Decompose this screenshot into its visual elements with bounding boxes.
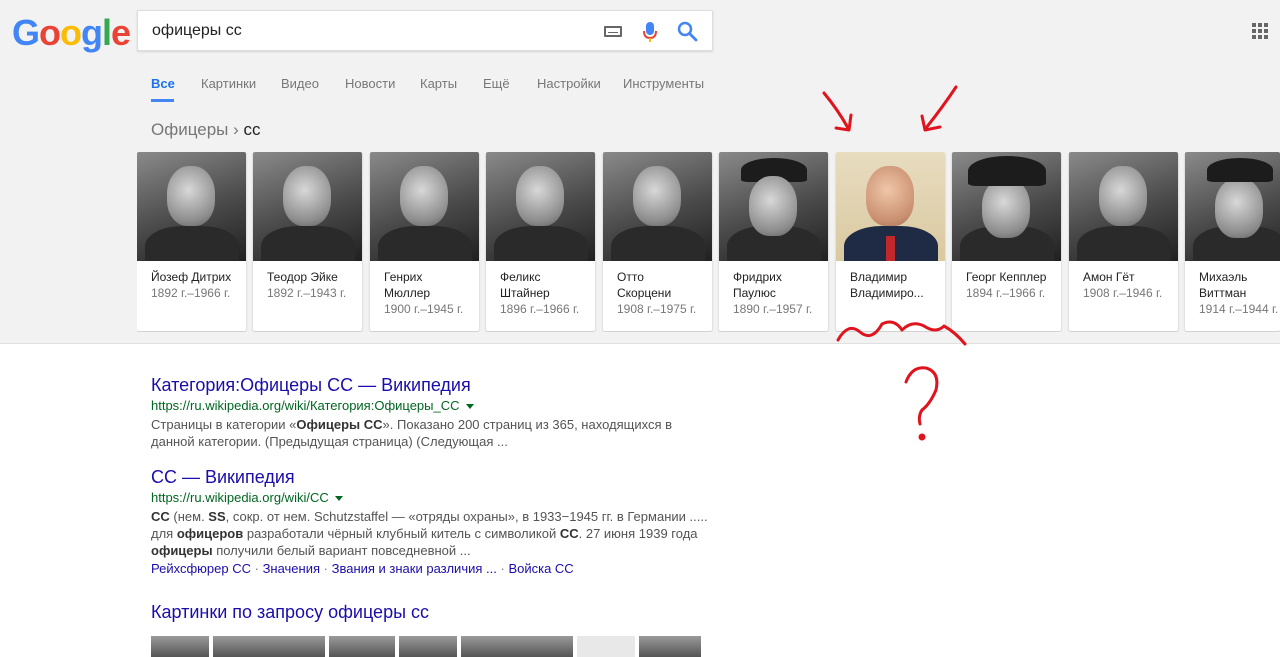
carousel-card[interactable]: Феликс Штайнер 1896 г.–1966 г.	[486, 152, 595, 331]
microphone-icon[interactable]	[642, 21, 658, 43]
card-dates: 1896 г.–1966 г.	[500, 302, 580, 316]
carousel-card[interactable]: Амон Гёт 1908 г.–1946 г.	[1069, 152, 1178, 331]
sublink[interactable]: Рейхсфюрер СС	[151, 561, 251, 576]
apps-grid-icon[interactable]	[1252, 23, 1268, 39]
result-url-text: https://ru.wikipedia.org/wiki/СС	[151, 490, 329, 505]
image-thumbnail[interactable]	[639, 636, 701, 657]
tab-video[interactable]: Видео	[281, 76, 319, 91]
result-sublinks: Рейхсфюрер СС · Значения · Звания и знак…	[151, 561, 574, 576]
card-name: Феликс Штайнер	[500, 270, 550, 300]
card-name: Георг Кепплер	[966, 270, 1047, 284]
breadcrumb-current: сс	[243, 120, 261, 139]
carousel-card[interactable]: Владимир Владимиро...	[836, 152, 945, 331]
dropdown-caret-icon[interactable]	[334, 496, 343, 502]
image-thumbnail[interactable]	[399, 636, 457, 657]
card-name: Отто Скорцени	[617, 270, 672, 300]
image-thumbnail[interactable]	[461, 636, 573, 657]
card-name: Амон Гёт	[1083, 270, 1135, 284]
result-snippet: Страницы в категории «Офицеры СС». Показ…	[151, 417, 673, 449]
keyboard-icon[interactable]	[604, 26, 622, 37]
image-thumbnail[interactable]	[329, 636, 395, 657]
card-dates: 1914 г.–1944 г.	[1199, 302, 1279, 316]
person-photo	[952, 152, 1061, 261]
search-input[interactable]: офицеры сс	[152, 22, 242, 40]
carousel-card[interactable]: Фридрих Паулюс 1890 г.–1957 г.	[719, 152, 828, 331]
image-thumbnail[interactable]	[213, 636, 325, 657]
search-box[interactable]: офицеры сс	[137, 10, 713, 51]
tab-maps[interactable]: Карты	[420, 76, 457, 91]
card-dates: 1890 г.–1957 г.	[733, 302, 813, 316]
card-dates: 1900 г.–1945 г.	[384, 302, 464, 316]
google-logo[interactable]: Google	[12, 12, 131, 54]
dropdown-caret-icon[interactable]	[465, 404, 474, 410]
card-dates: 1894 г.–1966 г.	[966, 286, 1046, 300]
images-section-heading[interactable]: Картинки по запросу офицеры сс	[151, 602, 429, 623]
person-photo	[253, 152, 362, 261]
search-result: Категория:Офицеры СС — Википедия https:/…	[151, 375, 711, 450]
person-photo	[137, 152, 246, 261]
card-name: Фридрих Паулюс	[733, 270, 782, 300]
person-photo	[370, 152, 479, 261]
card-dates: 1892 г.–1966 г.	[151, 286, 231, 300]
result-url-text: https://ru.wikipedia.org/wiki/Категория:…	[151, 398, 460, 413]
tab-more[interactable]: Ещё	[483, 76, 510, 91]
carousel-card[interactable]: Георг Кепплер 1894 г.–1966 г.	[952, 152, 1061, 331]
image-thumbnail[interactable]	[151, 636, 209, 657]
logo-letter: o	[39, 12, 61, 53]
logo-letter: l	[102, 12, 112, 53]
person-photo	[836, 152, 945, 261]
sublink[interactable]: Войска СС	[508, 561, 573, 576]
carousel-card[interactable]: Отто Скорцени 1908 г.–1975 г.	[603, 152, 712, 331]
active-tab-indicator	[151, 99, 174, 102]
sublink[interactable]: Значения	[263, 561, 320, 576]
result-url: https://ru.wikipedia.org/wiki/СС	[151, 490, 711, 505]
entity-carousel: Йозеф Дитрих 1892 г.–1966 г. Теодор Эйке…	[137, 152, 1280, 332]
logo-letter: e	[111, 12, 131, 53]
breadcrumb-separator: ›	[233, 120, 239, 139]
carousel-card[interactable]: Йозеф Дитрих 1892 г.–1966 г.	[137, 152, 246, 331]
person-photo	[486, 152, 595, 261]
card-dates: 1908 г.–1946 г.	[1083, 286, 1163, 300]
logo-letter: o	[60, 12, 82, 53]
result-title-link[interactable]: Категория:Офицеры СС — Википедия	[151, 375, 711, 396]
tab-news[interactable]: Новости	[345, 76, 395, 91]
tab-tools[interactable]: Инструменты	[623, 76, 704, 91]
person-photo	[719, 152, 828, 261]
card-dates: 1908 г.–1975 г.	[617, 302, 697, 316]
sublink[interactable]: Звания и знаки различия ...	[332, 561, 497, 576]
card-name: Михаэль Виттман	[1199, 270, 1248, 300]
result-snippet: СС (нем. SS, сокр. от нем. Schutzstaffel…	[151, 509, 708, 558]
image-thumbnail[interactable]	[577, 636, 635, 657]
card-name: Генрих Мюллер	[384, 270, 431, 300]
tab-all[interactable]: Все	[151, 76, 175, 91]
result-title-link[interactable]: СС — Википедия	[151, 467, 711, 488]
question-mark-drawn	[904, 366, 939, 426]
person-photo	[1185, 152, 1280, 261]
search-icon[interactable]	[676, 20, 698, 42]
breadcrumb: Офицеры › сс	[151, 120, 261, 140]
tab-images[interactable]: Картинки	[201, 76, 256, 91]
card-name: Йозеф Дитрих	[151, 270, 232, 284]
card-dates: 1892 г.–1943 г.	[267, 286, 347, 300]
card-name: Теодор Эйке	[267, 270, 338, 284]
logo-letter: G	[12, 12, 40, 53]
search-result: СС — Википедия https://ru.wikipedia.org/…	[151, 467, 711, 576]
carousel-card[interactable]: Теодор Эйке 1892 г.–1943 г.	[253, 152, 362, 331]
tab-settings[interactable]: Настройки	[537, 76, 601, 91]
carousel-card[interactable]: Михаэль Виттман 1914 г.–1944 г.	[1185, 152, 1280, 331]
logo-letter: g	[81, 12, 103, 53]
result-url: https://ru.wikipedia.org/wiki/Категория:…	[151, 398, 711, 413]
card-name: Владимир Владимиро...	[850, 270, 924, 300]
person-photo	[603, 152, 712, 261]
person-photo	[1069, 152, 1178, 261]
breadcrumb-parent[interactable]: Офицеры	[151, 120, 228, 139]
carousel-card[interactable]: Генрих Мюллер 1900 г.–1945 г.	[370, 152, 479, 331]
